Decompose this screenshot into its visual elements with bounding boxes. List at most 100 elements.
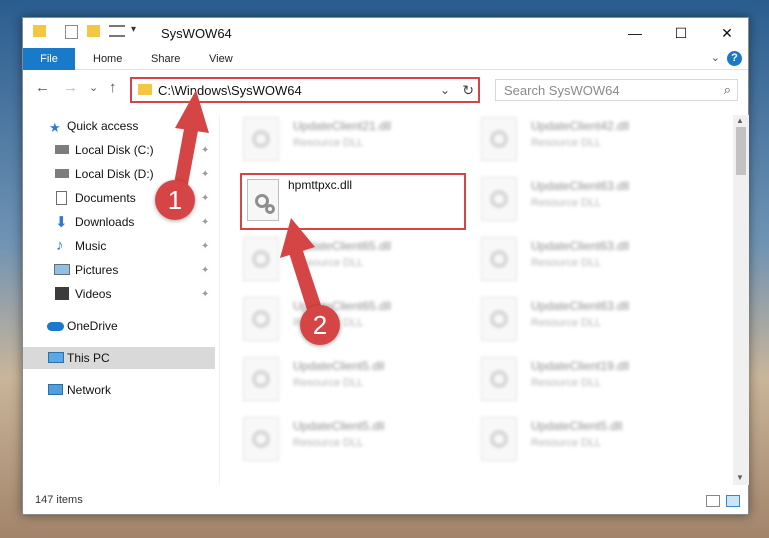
properties-icon[interactable] <box>65 25 78 39</box>
sidebar-item-label: Downloads <box>75 215 135 229</box>
chevron-down-icon[interactable]: ⌄ <box>440 83 450 97</box>
download-icon: ⬇ <box>55 214 68 231</box>
dll-file-icon <box>481 117 517 161</box>
tab-home[interactable]: Home <box>93 48 122 70</box>
tab-file[interactable]: File <box>23 48 75 70</box>
sidebar-item-label: Documents <box>75 191 136 205</box>
item-count: 147 items <box>35 494 83 506</box>
drive-icon <box>55 169 69 178</box>
network-icon <box>48 384 63 395</box>
scroll-up-icon[interactable]: ▲ <box>736 116 744 125</box>
title-bar: ▾ SysWOW64 — ☐ ✕ <box>23 18 748 48</box>
sidebar-item-local-disk-d[interactable]: Local Disk (D:) ✦ <box>23 163 215 185</box>
list-item[interactable]: UpdateClient63.dll Resource DLL <box>481 177 711 225</box>
sidebar-item-local-disk-c[interactable]: Local Disk (C:) ✦ <box>23 139 215 161</box>
list-item[interactable]: UpdateClient5.dll Resource DLL <box>243 417 473 465</box>
maximize-button[interactable]: ☐ <box>658 18 704 48</box>
ribbon: File Home Share View ⌄ ? <box>23 48 748 70</box>
pin-icon[interactable]: ✦ <box>201 193 209 204</box>
sidebar-item-videos[interactable]: Videos ✦ <box>23 283 215 305</box>
list-item[interactable]: UpdateClient42.dll Resource DLL <box>481 117 711 165</box>
search-placeholder: Search SysWOW64 <box>504 83 620 98</box>
chevron-down-icon[interactable]: ▾ <box>131 24 136 35</box>
sidebar-item-label: Pictures <box>75 263 119 277</box>
folder-icon <box>138 84 152 95</box>
sidebar-item-label: Music <box>75 239 107 253</box>
dll-file-icon <box>243 417 279 461</box>
star-icon: ★ <box>49 120 61 135</box>
pin-icon[interactable]: ✦ <box>201 289 209 300</box>
dll-file-icon <box>243 297 279 341</box>
sidebar-item-pictures[interactable]: Pictures ✦ <box>23 259 215 281</box>
pin-icon[interactable]: ✦ <box>201 217 209 228</box>
minimize-button[interactable]: — <box>612 18 658 48</box>
sidebar-item-network[interactable]: Network <box>23 379 215 401</box>
drive-icon <box>55 145 69 154</box>
file-list: UpdateClient21.dll Resource DLL UpdateCl… <box>221 115 733 485</box>
gear-icon <box>265 204 275 214</box>
search-icon: ⌕ <box>723 82 731 97</box>
sidebar-item-quick-access[interactable]: ★ Quick access <box>23 115 215 137</box>
details-view-icon[interactable] <box>706 495 720 507</box>
window-title: SysWOW64 <box>161 26 232 41</box>
sidebar-item-label: Network <box>67 383 112 397</box>
explorer-window: ▾ SysWOW64 — ☐ ✕ File Home Share View ⌄ … <box>22 17 749 515</box>
highlighted-file-tile[interactable]: hpmttpxc.dll <box>240 173 466 230</box>
dll-file-icon <box>481 237 517 281</box>
pin-icon[interactable]: ✦ <box>201 241 209 252</box>
navigation-pane: ★ Quick access Local Disk (C:) ✦ Local D… <box>23 115 219 485</box>
sidebar-item-music[interactable]: ♪ Music ✦ <box>23 235 215 257</box>
list-item[interactable]: UpdateClient65.dll Resource DLL <box>243 237 473 285</box>
documents-icon <box>56 191 67 205</box>
tiles-view-icon[interactable] <box>726 495 740 507</box>
sidebar-item-label: Local Disk (D:) <box>75 167 154 181</box>
dll-file-icon <box>247 179 279 221</box>
sidebar-item-onedrive[interactable]: OneDrive <box>23 315 215 337</box>
navigation-bar: ← → ⌄ ↑ C:\Windows\SysWOW64 ⌄ ↻ Search S… <box>23 71 748 107</box>
highlighted-file-name: hpmttpxc.dll <box>288 178 353 192</box>
vertical-scrollbar[interactable]: ▲ ▼ <box>733 115 749 485</box>
pin-icon[interactable]: ✦ <box>201 145 209 156</box>
new-folder-icon[interactable] <box>87 25 100 37</box>
pin-icon[interactable]: ✦ <box>201 169 209 180</box>
dll-file-icon <box>481 177 517 221</box>
refresh-icon[interactable]: ↻ <box>462 82 474 99</box>
list-item[interactable]: UpdateClient5.dll Resource DLL <box>243 357 473 405</box>
scrollbar-thumb[interactable] <box>736 127 746 175</box>
dll-file-icon <box>243 117 279 161</box>
up-arrow-icon[interactable]: ↑ <box>109 79 117 96</box>
list-item[interactable]: UpdateClient19.dll Resource DLL <box>481 357 711 405</box>
scroll-down-icon[interactable]: ▼ <box>736 473 744 482</box>
tab-share[interactable]: Share <box>151 48 180 70</box>
sidebar-item-label: OneDrive <box>67 319 118 333</box>
dll-file-icon <box>481 297 517 341</box>
recent-locations-icon[interactable]: ⌄ <box>89 81 98 94</box>
list-item[interactable]: UpdateClient21.dll Resource DLL <box>243 117 473 165</box>
help-icon[interactable]: ? <box>727 51 742 66</box>
list-item[interactable]: UpdateClient63.dll Resource DLL <box>481 297 711 345</box>
dll-file-icon <box>481 417 517 461</box>
music-icon: ♪ <box>56 237 64 254</box>
forward-arrow-icon[interactable]: → <box>63 79 78 96</box>
pin-icon[interactable]: ✦ <box>201 265 209 276</box>
customize-quick-access-icon[interactable] <box>109 25 125 37</box>
computer-icon <box>48 352 64 363</box>
pane-divider[interactable] <box>219 115 220 485</box>
step-1-badge: 1 <box>155 180 195 220</box>
tab-view[interactable]: View <box>209 48 233 70</box>
back-arrow-icon[interactable]: ← <box>35 79 50 96</box>
close-button[interactable]: ✕ <box>704 18 750 48</box>
folder-icon <box>33 25 46 37</box>
dll-file-icon <box>243 357 279 401</box>
list-item[interactable]: UpdateClient5.dll Resource DLL <box>481 417 711 465</box>
ribbon-expand-icon[interactable]: ⌄ <box>711 51 720 64</box>
dll-file-icon <box>481 357 517 401</box>
address-bar[interactable]: C:\Windows\SysWOW64 ⌄ ↻ <box>130 77 480 103</box>
list-item[interactable]: UpdateClient63.dll Resource DLL <box>481 237 711 285</box>
list-item[interactable]: UpdateClient65.dll Resource DLL <box>243 297 473 345</box>
videos-icon <box>55 287 69 300</box>
step-2-badge: 2 <box>300 305 340 345</box>
cloud-icon <box>47 322 64 331</box>
search-input[interactable]: Search SysWOW64 ⌕ <box>495 79 738 101</box>
sidebar-item-this-pc[interactable]: This PC <box>23 347 215 369</box>
